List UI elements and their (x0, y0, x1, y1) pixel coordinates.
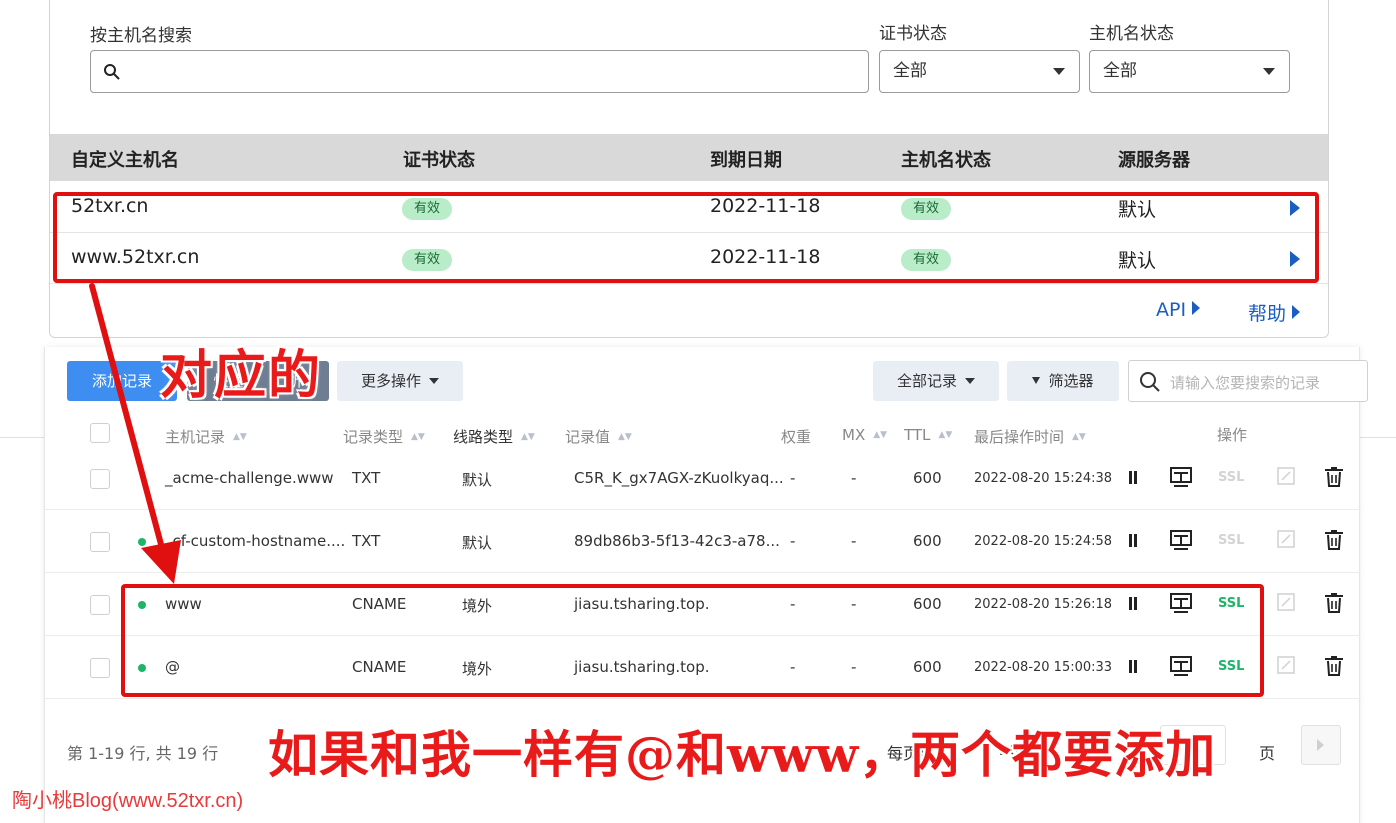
red-pointer-arrow-icon (89, 283, 181, 584)
annotation-corresponding: 对应的 (160, 345, 323, 406)
annotation-instruction: 如果和我一样有@和www，两个都要添加 (268, 725, 1217, 784)
watermark: 陶小桃Blog(www.52txr.cn) (12, 790, 244, 812)
